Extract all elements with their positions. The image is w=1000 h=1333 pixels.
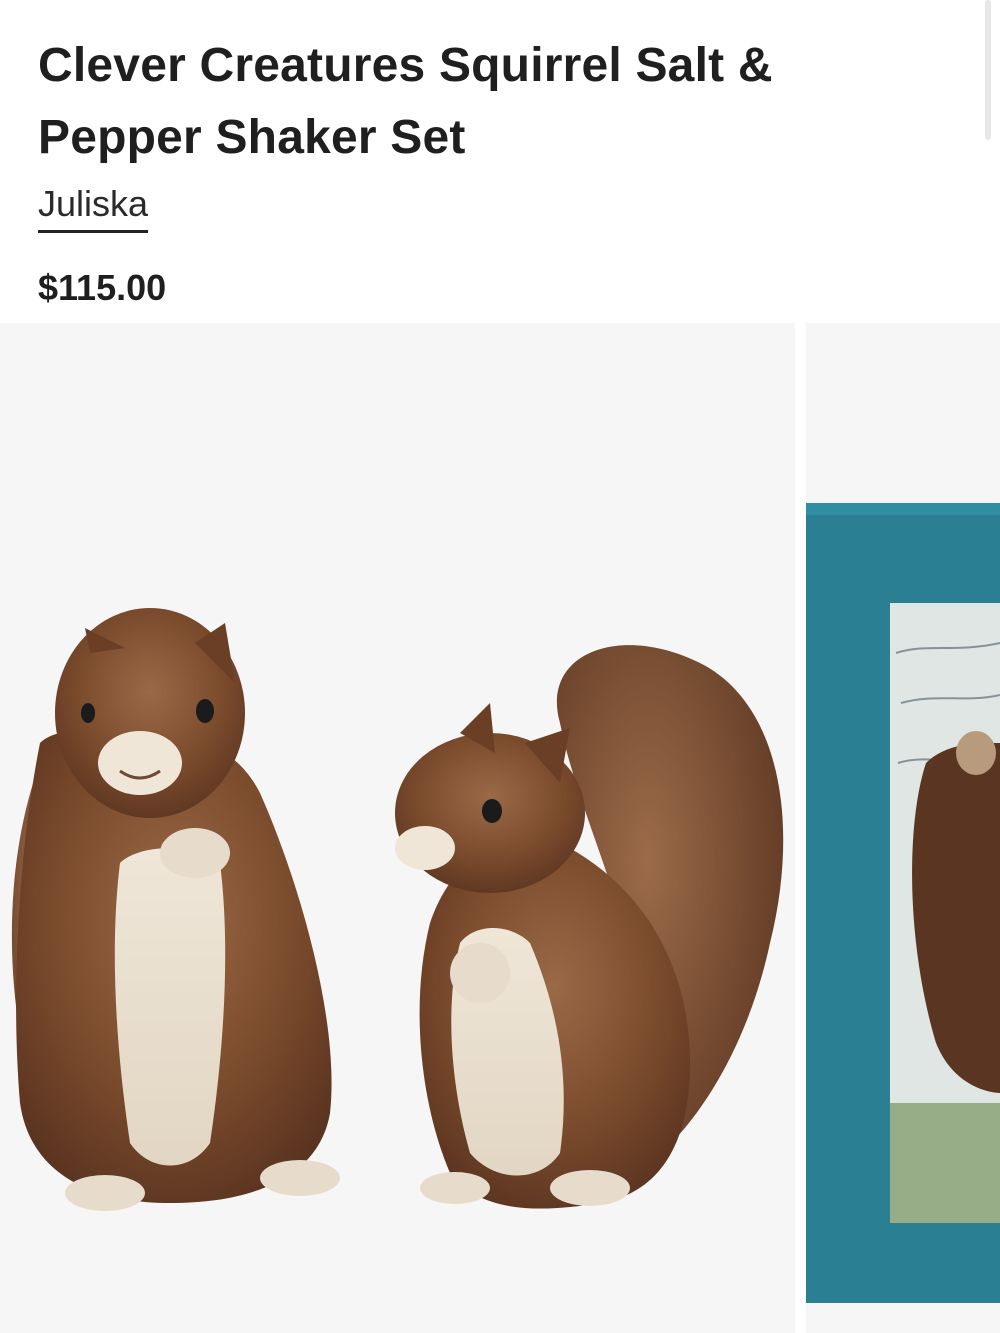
scrollbar[interactable] — [985, 0, 991, 140]
brand-link[interactable]: Juliska — [38, 180, 149, 233]
product-title: Clever Creatures Squirrel Salt & Pepper … — [38, 39, 773, 164]
left-squirrel-shaker — [11, 608, 340, 1211]
gallery-image-squirrel-pair[interactable] — [0, 323, 795, 1333]
boxed-squirrel-illustration — [806, 503, 1000, 1303]
image-gallery[interactable] — [0, 323, 1000, 1333]
product-price: $115.00 — [38, 267, 167, 308]
squirrel-pair-illustration — [11, 608, 784, 1211]
product-page: Clever Creatures Squirrel Salt & Pepper … — [0, 0, 1000, 1333]
right-squirrel-shaker — [395, 645, 784, 1209]
gallery-image-squirrel-box[interactable] — [806, 323, 1000, 1333]
